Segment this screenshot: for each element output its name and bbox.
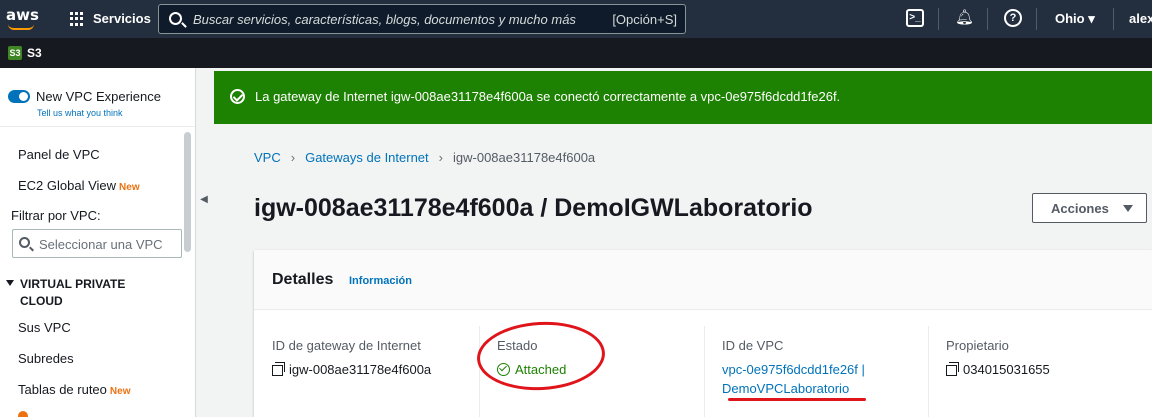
gateway-id-value: igw-008ae31178e4f600a: [272, 362, 431, 377]
column-divider: [479, 326, 480, 417]
page-title: igw-008ae31178e4f600a / DemoIGWLaborator…: [254, 194, 813, 222]
nav-divider: [938, 8, 939, 30]
chevron-right-icon: ›: [290, 150, 296, 165]
sidebar-item-label: EC2 Global View: [18, 178, 117, 193]
sidebar-scrollbar[interactable]: [184, 132, 191, 252]
success-flashbar: La gateway de Internet igw-008ae31178e4f…: [214, 71, 1152, 124]
info-link[interactable]: Información: [349, 275, 412, 287]
nav-divider: [1113, 8, 1114, 30]
filter-by-vpc-label: Filtrar por VPC:: [11, 208, 101, 223]
collapse-sidebar-icon[interactable]: ◀: [196, 185, 212, 215]
cloudshell-icon[interactable]: >_: [906, 9, 924, 27]
favorites-bar: S3 S3: [0, 38, 1152, 68]
details-title: Detalles: [272, 271, 334, 288]
caret-down-icon: [1123, 205, 1133, 212]
copy-icon[interactable]: [272, 362, 285, 376]
caret-down-icon[interactable]: [6, 280, 14, 286]
copy-icon[interactable]: [946, 362, 959, 376]
search-shortcut-hint: [Opción+S]: [612, 12, 677, 27]
sidebar-item-label: Tablas de ruteo: [18, 382, 107, 397]
new-badge: New: [109, 386, 131, 397]
actions-label: Acciones: [1051, 201, 1109, 216]
vpc-id-link[interactable]: vpc-0e975f6dcdd1fe26f | DemoVPCLaborator…: [722, 360, 865, 398]
new-badge: New: [119, 182, 140, 193]
vpc-id-label: ID de VPC: [722, 338, 784, 353]
vpc-name-text: DemoVPCLaboratorio: [722, 381, 850, 396]
breadcrumb: VPC › Gateways de Internet › igw-008ae31…: [254, 150, 595, 165]
help-icon[interactable]: ?: [1004, 9, 1022, 27]
global-search-input[interactable]: Buscar servicios, características, blogs…: [158, 4, 686, 34]
success-check-icon: [230, 89, 245, 104]
vpc-filter-placeholder: Seleccionar una VPC: [39, 237, 163, 252]
region-selector[interactable]: Ohio ▾: [1055, 11, 1095, 27]
owner-label: Propietario: [946, 338, 1009, 353]
sidebar-item-subnets[interactable]: Subredes: [18, 351, 74, 366]
sidebar-section-virtual-private-cloud[interactable]: VIRTUAL PRIVATE CLOUD: [20, 276, 170, 310]
notifications-bell-icon[interactable]: 🔔︎: [955, 9, 974, 27]
breadcrumb-vpc-link[interactable]: VPC: [254, 150, 281, 165]
services-menu-button[interactable]: Servicios: [93, 11, 151, 26]
nav-divider: [1036, 8, 1037, 30]
vpc-sidebar: New VPC Experience Tell us what you thin…: [0, 68, 196, 417]
chevron-right-icon: ›: [438, 150, 443, 165]
vpc-id-text: vpc-0e975f6dcdd1fe26f |: [722, 362, 865, 377]
sidebar-item-your-vpcs[interactable]: Sus VPC: [18, 320, 71, 335]
column-divider: [704, 326, 705, 417]
gateway-id-label: ID de gateway de Internet: [272, 338, 421, 353]
owner-value: 034015031655: [946, 362, 1050, 377]
details-panel-header: Detalles Información: [254, 250, 1152, 310]
breadcrumb-current: igw-008ae31178e4f600a: [453, 150, 596, 165]
account-menu[interactable]: alex: [1129, 11, 1152, 26]
aws-smile-icon: [8, 24, 34, 30]
aws-logo[interactable]: aws: [6, 6, 39, 24]
breadcrumb-internet-gateways-link[interactable]: Gateways de Internet: [305, 150, 429, 165]
flash-message: La gateway de Internet igw-008ae31178e4f…: [255, 89, 841, 104]
sidebar-item-route-tables[interactable]: Tablas de ruteo New: [18, 382, 130, 397]
actions-dropdown-button[interactable]: Acciones: [1032, 193, 1147, 223]
feedback-link[interactable]: Tell us what you think: [37, 108, 123, 118]
vpc-filter-select[interactable]: Seleccionar una VPC: [12, 229, 182, 258]
column-divider: [928, 326, 929, 417]
s3-service-icon[interactable]: S3: [8, 46, 22, 60]
sidebar-item-ec2-global-view[interactable]: EC2 Global View New: [18, 178, 140, 193]
annotation-underline: [728, 398, 866, 401]
current-item-indicator-icon: [18, 411, 28, 417]
search-icon: [19, 237, 30, 248]
s3-favorite-link[interactable]: S3: [27, 46, 42, 60]
search-placeholder: Buscar servicios, características, blogs…: [193, 12, 576, 27]
owner-text: 034015031655: [963, 362, 1050, 377]
sidebar-divider: [0, 126, 195, 127]
new-experience-title: New VPC Experience: [36, 89, 161, 104]
new-experience-toggle[interactable]: [8, 90, 30, 103]
nav-divider: [987, 8, 988, 30]
sidebar-item-vpc-dashboard[interactable]: Panel de VPC: [18, 147, 100, 162]
search-icon: [169, 12, 182, 25]
top-navigation: aws Servicios Buscar servicios, caracter…: [0, 0, 1152, 38]
details-panel: Detalles Información ID de gateway de In…: [254, 250, 1152, 417]
gateway-id-text: igw-008ae31178e4f600a: [289, 362, 432, 377]
services-grid-icon[interactable]: [70, 12, 84, 26]
